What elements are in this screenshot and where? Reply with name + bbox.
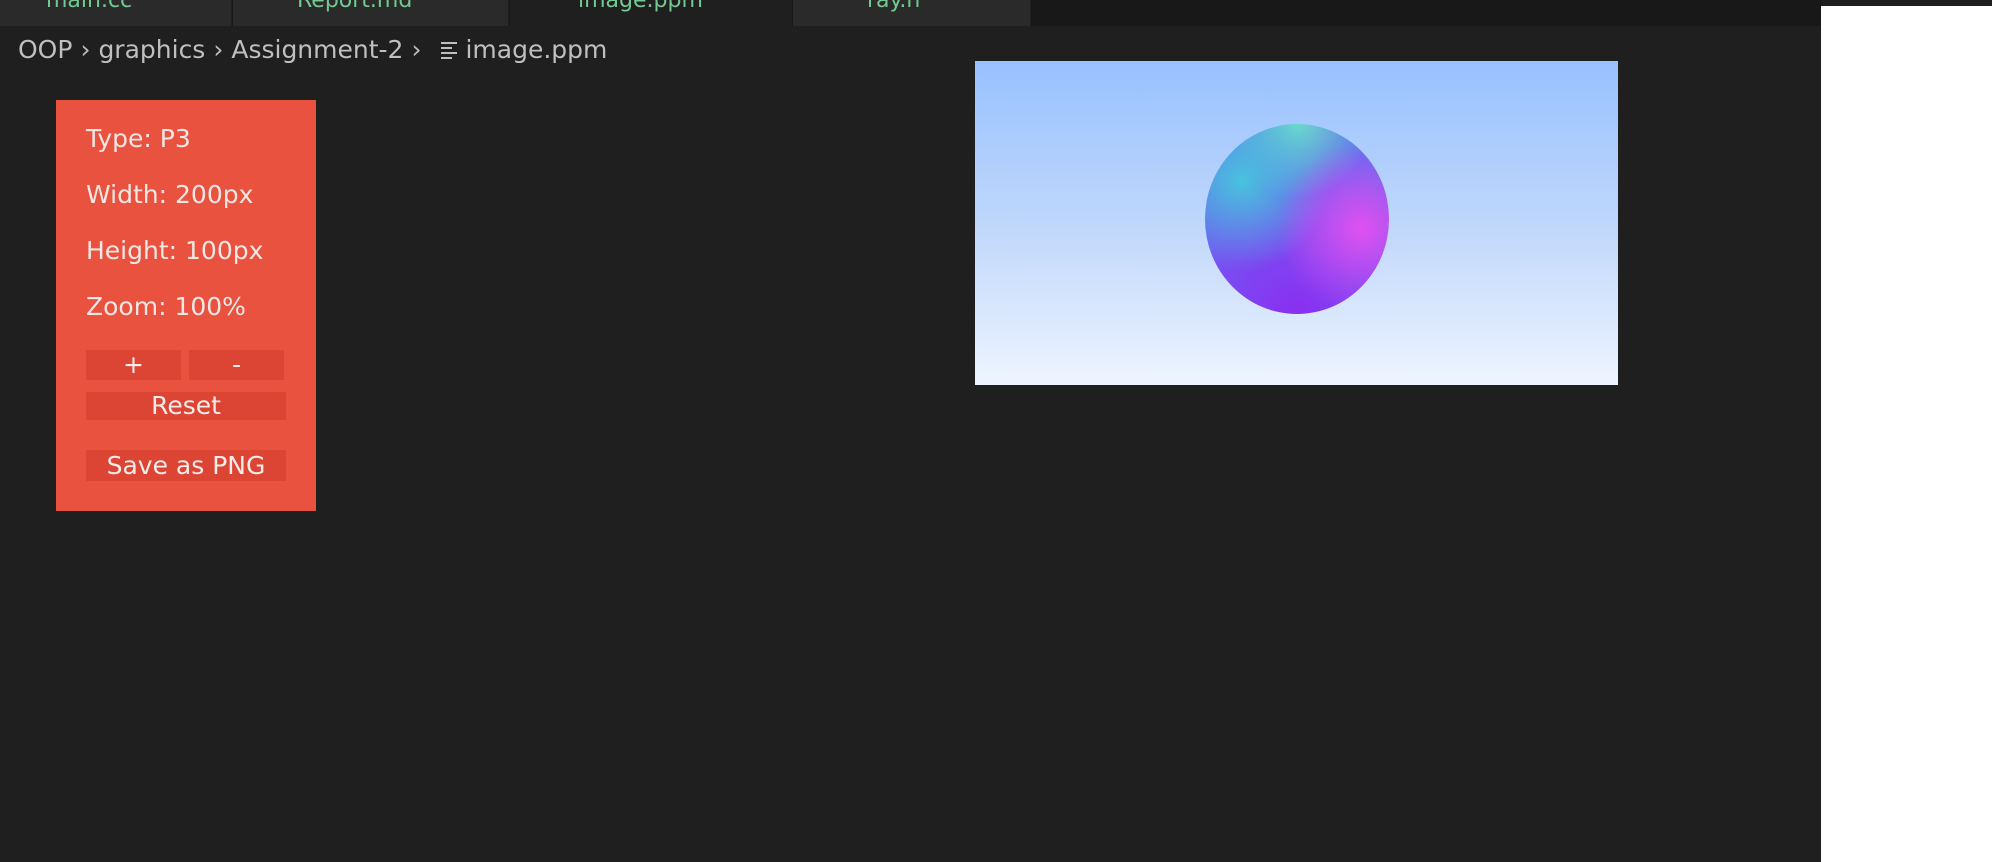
zoom-in-button[interactable]: + <box>86 350 181 380</box>
tab-label: main.cc <box>46 0 133 13</box>
breadcrumb: OOP › graphics › Assignment-2 › image.pp… <box>18 30 607 68</box>
tab-bar: main.cc Report.md image.ppm ray.h <box>0 0 1821 26</box>
chevron-right-icon: › <box>411 34 422 64</box>
save-as-png-button[interactable]: Save as PNG <box>86 450 286 481</box>
breadcrumb-item-oop[interactable]: OOP <box>18 35 72 64</box>
zoom-level-label: Zoom: 100% <box>86 292 246 321</box>
reset-zoom-button[interactable]: Reset <box>86 392 286 420</box>
zoom-out-button[interactable]: - <box>189 350 284 380</box>
tab-label: image.ppm <box>578 0 703 13</box>
file-lines-icon <box>441 40 458 59</box>
tab-ray-h[interactable]: ray.h <box>793 0 1031 26</box>
tab-report-md[interactable]: Report.md <box>233 0 509 26</box>
breadcrumb-item-assignment[interactable]: Assignment-2 <box>231 35 403 64</box>
tab-label: ray.h <box>867 0 921 13</box>
editor-area: main.cc Report.md image.ppm ray.h OOP › … <box>0 0 1821 862</box>
blank-side-area <box>1821 6 1992 862</box>
image-width-label: Width: 200px <box>86 180 254 209</box>
chevron-right-icon: › <box>213 34 224 64</box>
image-info-panel: Type: P3 Width: 200px Height: 100px Zoom… <box>56 100 316 511</box>
image-height-label: Height: 100px <box>86 236 264 265</box>
breadcrumb-file[interactable]: image.ppm <box>465 35 607 64</box>
breadcrumb-item-graphics[interactable]: graphics <box>98 35 205 64</box>
chevron-right-icon: › <box>80 34 91 64</box>
rendered-sphere <box>1205 124 1389 314</box>
ppm-image-preview <box>975 61 1618 385</box>
image-type-label: Type: P3 <box>86 124 191 153</box>
tab-image-ppm[interactable]: image.ppm <box>510 0 792 26</box>
tab-label: Report.md <box>297 0 413 13</box>
tab-main-cc[interactable]: main.cc <box>0 0 232 26</box>
